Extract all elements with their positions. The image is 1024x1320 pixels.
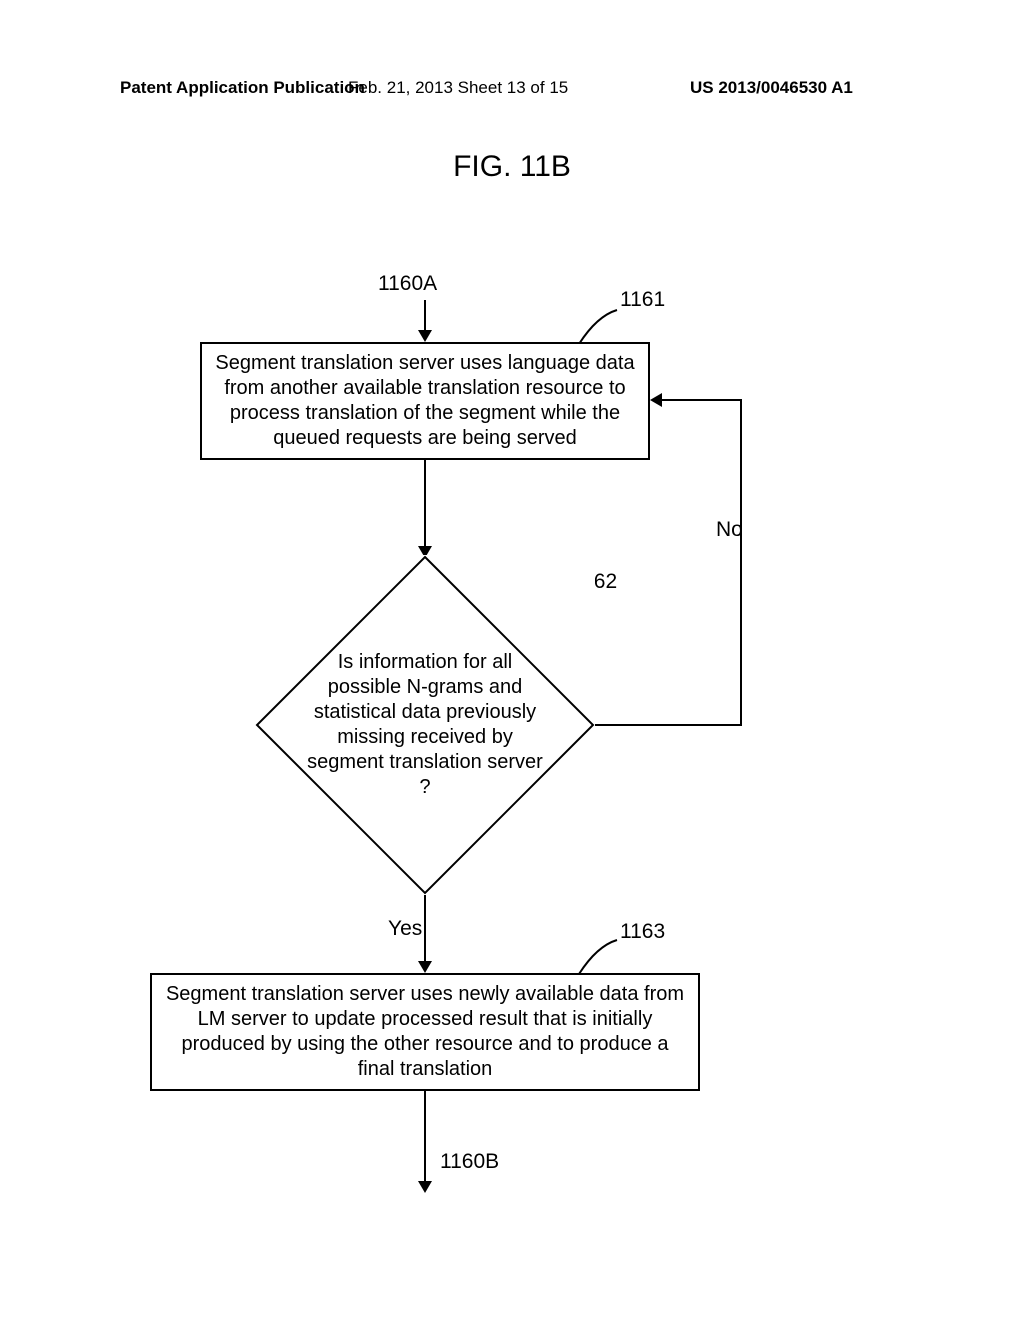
decision-no-label: No <box>716 518 743 542</box>
no-branch-v <box>740 400 742 726</box>
arrow-top-to-box1-head <box>418 330 432 342</box>
ref-1163-leader <box>575 938 625 978</box>
process-box-1163: Segment translation server uses newly av… <box>150 973 700 1091</box>
page: Patent Application Publication Feb. 21, … <box>0 0 1024 1320</box>
ref-1163-label: 1163 <box>620 920 665 944</box>
header-right: US 2013/0046530 A1 <box>690 78 853 98</box>
decision-1162: Is information for all possible N-grams … <box>255 555 595 895</box>
no-branch-h2 <box>662 399 742 401</box>
arrow-box2-to-bottom-line <box>424 1091 426 1181</box>
decision-yes-label: Yes <box>388 917 422 941</box>
figure-title: FIG. 11B <box>0 150 1024 184</box>
arrow-box2-to-bottom-head <box>418 1181 432 1193</box>
header-mid: Feb. 21, 2013 Sheet 13 of 15 <box>348 78 568 98</box>
process-box-1161: Segment translation server uses language… <box>200 342 650 460</box>
decision-1162-text-span: Is information for all possible N-grams … <box>305 650 545 800</box>
no-branch-head <box>650 393 662 407</box>
process-box-1161-text: Segment translation server uses language… <box>212 351 638 451</box>
connector-top-label: 1160A <box>378 272 437 296</box>
connector-bottom-label: 1160B <box>440 1150 499 1174</box>
arrow-decision-to-box2-head <box>418 961 432 973</box>
arrow-decision-to-box2-line <box>424 895 426 961</box>
arrow-box1-to-decision-line <box>424 460 426 546</box>
header-left: Patent Application Publication <box>120 78 365 98</box>
ref-1161-label: 1161 <box>620 288 665 312</box>
process-box-1163-text: Segment translation server uses newly av… <box>162 982 688 1082</box>
no-branch-h1 <box>595 724 742 726</box>
arrow-top-to-box1-line <box>424 300 426 330</box>
decision-1162-text: Is information for all possible N-grams … <box>255 555 595 895</box>
